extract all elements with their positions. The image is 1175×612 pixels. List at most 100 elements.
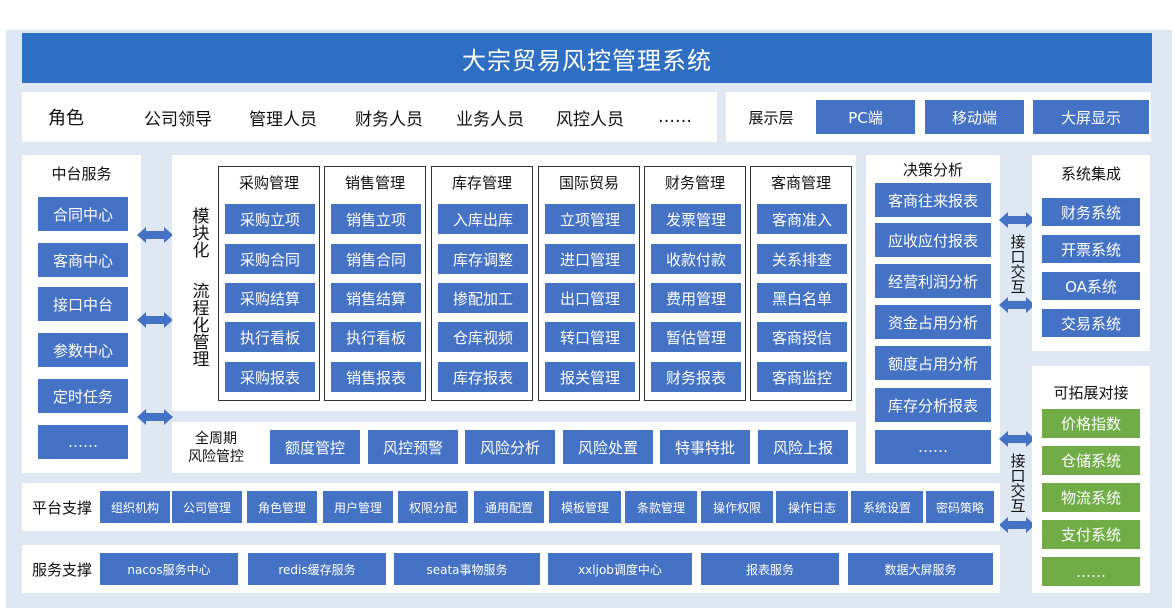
- display-mobile: 移动端: [925, 100, 1024, 134]
- extendable-item: ……: [1042, 557, 1140, 586]
- decision-item: 客商往来报表: [875, 183, 991, 217]
- display-bigscreen: 大屏显示: [1033, 100, 1149, 134]
- decision-item: 应收应付报表: [875, 223, 991, 257]
- roles-panel: 角色 公司领导 管理人员 财务人员 业务人员 风控人员 ……: [22, 92, 717, 142]
- modules-side-label-1: 模块化: [187, 199, 211, 265]
- role-item: 管理人员: [249, 105, 317, 130]
- extendable-item: 物流系统: [1042, 483, 1140, 512]
- module-item: 进口管理: [545, 244, 635, 274]
- platform-item: 组织机构: [100, 491, 170, 523]
- service-item: nacos服务中心: [100, 553, 238, 585]
- decision-item: ……: [875, 430, 991, 464]
- middle-item: 合同中心: [38, 197, 128, 231]
- risk-item: 风控预警: [368, 430, 458, 464]
- module-item: 执行看板: [331, 322, 421, 352]
- module-column: 库存管理 入库出库 库存调整 掺配加工 仓库视频 库存报表: [431, 166, 533, 401]
- risk-item: 风险处置: [563, 430, 653, 464]
- module-item: 发票管理: [651, 204, 741, 234]
- platform-item: 通用配置: [474, 491, 544, 523]
- platform-item: 模板管理: [549, 491, 621, 523]
- middle-item: 接口中台: [38, 287, 128, 321]
- module-item: 采购合同: [225, 244, 315, 274]
- module-item: 费用管理: [651, 283, 741, 313]
- platform-item: 条款管理: [625, 491, 697, 523]
- system-integration-item: 交易系统: [1042, 309, 1140, 337]
- decision-panel: 决策分析 客商往来报表 应收应付报表 经营利润分析 资金占用分析 额度占用分析 …: [866, 155, 1000, 473]
- module-column: 销售管理 销售立项 销售合同 销售结算 执行看板 销售报表: [324, 166, 426, 401]
- module-item: 销售结算: [331, 283, 421, 313]
- service-item: 数据大屏服务: [848, 553, 993, 585]
- role-item: 公司领导: [144, 105, 212, 130]
- platform-item: 角色管理: [247, 491, 317, 523]
- risk-item: 风险上报: [758, 430, 848, 464]
- role-item: ……: [658, 107, 692, 127]
- extendable-item: 价格指数: [1042, 409, 1140, 438]
- platform-item: 用户管理: [323, 491, 393, 523]
- module-item: 暂估管理: [651, 322, 741, 352]
- platform-item: 操作日志: [776, 491, 848, 523]
- module-title: 库存管理: [432, 167, 532, 197]
- extendable-panel: 可拓展对接 价格指数 仓储系统 物流系统 支付系统 ……: [1032, 366, 1150, 593]
- module-title: 采购管理: [219, 167, 319, 197]
- decision-item: 资金占用分析: [875, 305, 991, 339]
- role-item: 业务人员: [456, 105, 524, 130]
- module-column: 财务管理 发票管理 收款付款 费用管理 暂估管理 财务报表: [644, 166, 746, 401]
- module-item: 关系排查: [757, 244, 847, 274]
- module-item: 客商授信: [757, 322, 847, 352]
- module-item: 黑白名单: [757, 283, 847, 313]
- system-integration-panel: 系统集成 财务系统 开票系统 OA系统 交易系统: [1032, 155, 1150, 351]
- module-item: 采购报表: [225, 362, 315, 392]
- risk-label-1: 全周期: [176, 429, 256, 447]
- module-item: 库存调整: [438, 244, 528, 274]
- extendable-item: 仓储系统: [1042, 446, 1140, 475]
- double-arrow-icon: [999, 516, 1035, 534]
- system-integration-item: 财务系统: [1042, 198, 1140, 226]
- risk-item: 特事特批: [660, 430, 750, 464]
- module-item: 销售合同: [331, 244, 421, 274]
- platform-label: 平台支撑: [24, 483, 100, 531]
- extendable-title: 可拓展对接: [1032, 380, 1150, 404]
- module-item: 财务报表: [651, 362, 741, 392]
- page-title: 大宗贸易风控管理系统: [22, 33, 1152, 83]
- module-item: 客商准入: [757, 204, 847, 234]
- services-label: 服务支撑: [24, 545, 100, 593]
- system-integration-item: OA系统: [1042, 272, 1140, 300]
- service-item: seata事物服务: [394, 553, 540, 585]
- middle-item: 客商中心: [38, 243, 128, 277]
- platform-item: 系统设置: [851, 491, 923, 523]
- display-label: 展示层: [734, 92, 808, 142]
- decision-title: 决策分析: [866, 157, 1000, 181]
- service-item: redis缓存服务: [248, 553, 386, 585]
- service-item: xxljob调度中心: [548, 553, 692, 585]
- module-item: 入库出库: [438, 204, 528, 234]
- risk-label-2: 风险管控: [176, 447, 256, 465]
- module-column: 客商管理 客商准入 关系排查 黑白名单 客商授信 客商监控: [750, 166, 852, 401]
- double-arrow-icon: [137, 408, 173, 426]
- module-item: 采购立项: [225, 204, 315, 234]
- module-item: 采购结算: [225, 283, 315, 313]
- module-item: 库存报表: [438, 362, 528, 392]
- middle-item: 参数中心: [38, 333, 128, 367]
- module-item: 报关管理: [545, 362, 635, 392]
- module-item: 执行看板: [225, 322, 315, 352]
- module-item: 转口管理: [545, 322, 635, 352]
- risk-item: 风险分析: [465, 430, 555, 464]
- system-integration-title: 系统集成: [1032, 161, 1150, 185]
- module-title: 国际贸易: [539, 167, 639, 197]
- middle-services-panel: 中台服务 合同中心 客商中心 接口中台 参数中心 定时任务 ……: [22, 155, 141, 473]
- double-arrow-icon: [999, 430, 1035, 448]
- risk-panel: 全周期 风险管控 额度管控 风控预警 风险分析 风险处置 特事特批 风险上报: [172, 422, 856, 473]
- role-item: 风控人员: [556, 105, 624, 130]
- decision-item: 额度占用分析: [875, 346, 991, 380]
- display-panel: 展示层 PC端 移动端 大屏显示: [726, 92, 1151, 142]
- module-item: 立项管理: [545, 204, 635, 234]
- platform-item: 操作权限: [701, 491, 773, 523]
- display-pc: PC端: [816, 100, 915, 134]
- module-item: 掺配加工: [438, 283, 528, 313]
- double-arrow-icon: [999, 211, 1035, 229]
- double-arrow-icon: [137, 226, 173, 244]
- middle-item: ……: [38, 425, 128, 459]
- platform-panel: 平台支撑 组织机构 公司管理 角色管理 用户管理 权限分配 通用配置 模板管理 …: [22, 483, 1000, 531]
- service-item: 报表服务: [701, 553, 839, 585]
- double-arrow-icon: [137, 311, 173, 329]
